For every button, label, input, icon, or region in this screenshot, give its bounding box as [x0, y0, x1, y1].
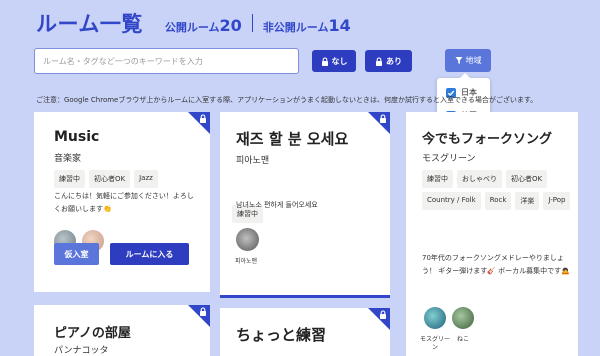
filter-no-password-button[interactable]: なし	[312, 50, 356, 72]
room-tag: 洋楽	[515, 192, 540, 210]
room-card-folk[interactable]: 今でもフォークソング モスグリーン 練習中 おしゃべり 初心者OK Countr…	[406, 112, 578, 356]
room-description: こんにちは！気軽にご参加ください！よろしくお願いします👏	[54, 192, 194, 213]
public-room-number: 20	[219, 16, 242, 35]
public-room-count: 公開ルーム20	[165, 16, 242, 35]
member-name: ねこ	[456, 336, 469, 343]
room-card-music[interactable]: Music 音楽家 練習中 初心者OK Jazz こんにちは！気軽にご参加くださ…	[34, 112, 210, 292]
room-title: 今でもフォークソング	[422, 132, 553, 147]
lock-icon	[321, 56, 328, 66]
region-filter-label: 地域	[465, 56, 482, 65]
public-room-label: 公開ルーム	[164, 21, 220, 34]
lock-icon	[376, 56, 382, 66]
lock-icon	[380, 310, 386, 319]
room-tag: 初心者OK	[89, 170, 131, 188]
search-box[interactable]	[34, 48, 299, 74]
room-card-piano[interactable]: ピアノの部屋 パンナコッタ	[34, 305, 210, 356]
member-name: 피아노맨	[234, 258, 258, 265]
filter-no-password-label: なし	[331, 56, 348, 66]
room-tag: 初心者OK	[506, 170, 548, 188]
member-avatar	[236, 228, 259, 251]
room-card-practice[interactable]: ちょっと練習	[220, 308, 390, 356]
private-room-count: 非公開ルーム14	[263, 16, 351, 35]
private-room-number: 14	[328, 16, 351, 35]
page-header: ルーム一覧 公開ルーム20 非公開ルーム14	[36, 8, 351, 38]
page-title: ルーム一覧	[36, 12, 143, 36]
region-filter-button[interactable]: 地域	[445, 49, 491, 72]
browser-notice: ご注意：Google Chromeブラウザ上からルームに入室する際、アプリケーシ…	[36, 96, 538, 104]
lock-icon	[200, 114, 206, 123]
room-title: 재즈 할 분 오세요	[236, 130, 349, 148]
room-owner: 피아노맨	[236, 156, 270, 166]
room-tags: 練習中 初心者OK Jazz	[54, 170, 204, 188]
room-card-jazz[interactable]: 재즈 할 분 오세요 피아노맨 練習中 남녀노소 편하게 들어오세요 피아노맨	[220, 112, 390, 298]
room-tag: Rock	[484, 192, 512, 210]
room-description: 70年代のフォークソングメドレーやりましょう！ ギター弾けます🎸 ボーカル募集中…	[422, 254, 570, 275]
room-tag: Jazz	[134, 170, 158, 188]
lock-icon	[380, 114, 386, 123]
member-avatar	[424, 307, 446, 329]
room-description: 남녀노소 편하게 들어오세요	[236, 201, 318, 209]
room-title: Music	[54, 129, 100, 145]
room-tag: J-Pop	[543, 192, 571, 210]
stat-divider	[251, 14, 253, 32]
filter-password-label: あり	[386, 56, 402, 66]
room-title: ピアノの部屋	[54, 326, 131, 341]
room-owner: モスグリーン	[422, 154, 476, 164]
room-owner: 音楽家	[54, 154, 82, 164]
room-tags: 練習中 おしゃべり 初心者OK Country / Folk Rock 洋楽 J…	[422, 170, 572, 210]
room-tag: おしゃべり	[457, 170, 502, 188]
room-title: ちょっと練習	[236, 326, 327, 344]
member-name: モスグリーン	[419, 336, 450, 351]
search-input[interactable]	[35, 49, 298, 74]
private-room-label: 非公開ルーム	[262, 21, 329, 34]
room-tag: Country / Folk	[422, 192, 481, 210]
room-tag: 練習中	[422, 170, 453, 188]
filter-password-button[interactable]: あり	[365, 50, 412, 72]
room-tag: 練習中	[54, 170, 85, 188]
room-owner: パンナコッタ	[54, 346, 109, 356]
lock-icon	[200, 307, 206, 316]
filter-icon	[455, 57, 462, 64]
member-avatar	[452, 307, 474, 329]
trial-enter-button[interactable]: 仮入室	[54, 243, 99, 265]
enter-room-button[interactable]: ルームに入る	[110, 243, 189, 265]
